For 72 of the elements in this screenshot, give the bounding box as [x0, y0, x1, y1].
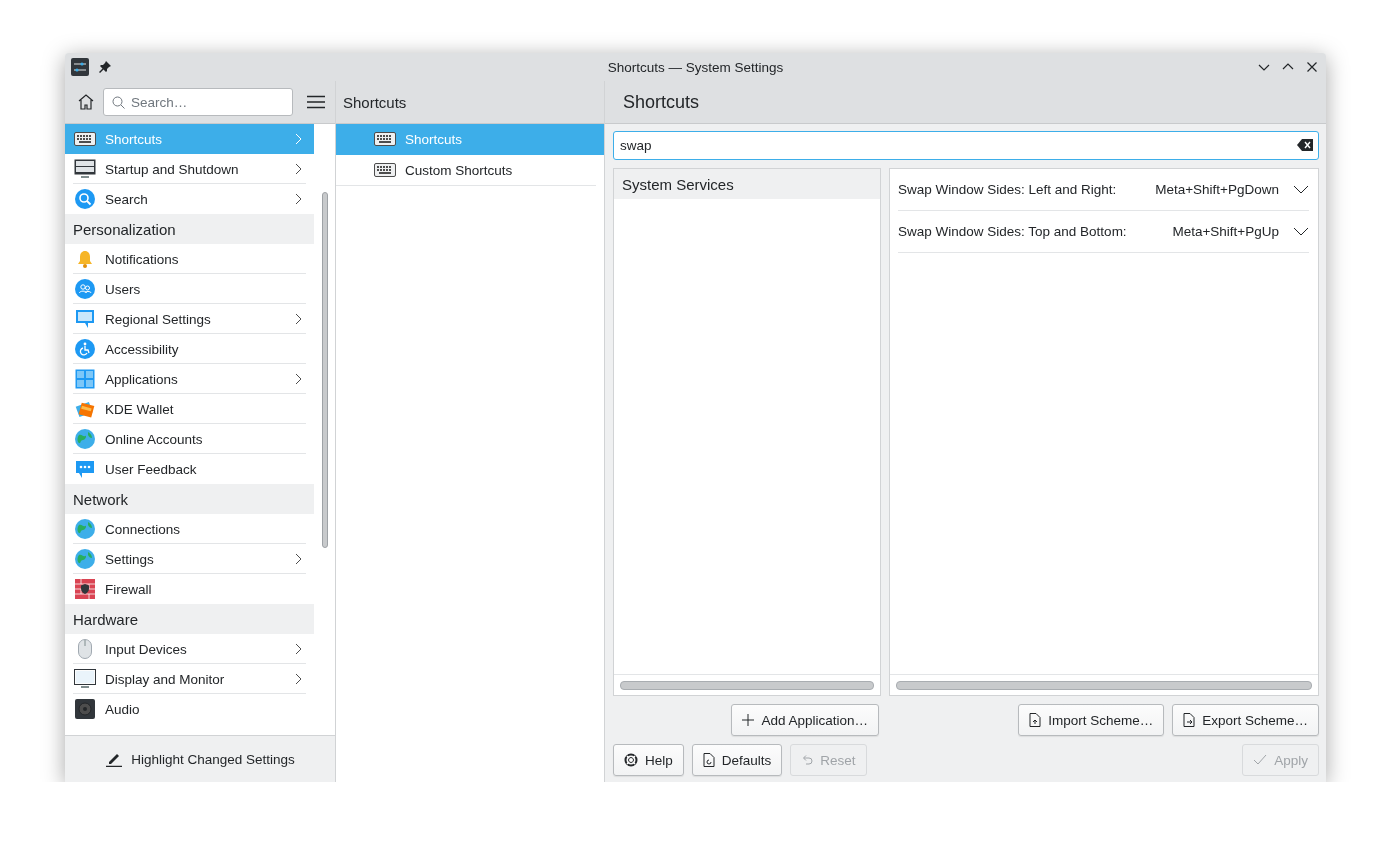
keyboard-icon — [374, 163, 396, 177]
menu-icon[interactable] — [307, 95, 325, 109]
shortcut-keys: Meta+Shift+PgUp — [1172, 224, 1279, 239]
action-label: Swap Window Sides: Left and Right: — [898, 182, 1118, 197]
import-scheme-button[interactable]: Import Scheme… — [1018, 704, 1165, 736]
search-icon — [74, 189, 96, 209]
sidebar-item[interactable]: Audio — [65, 694, 314, 724]
sidebar-item[interactable]: Online Accounts — [65, 424, 314, 454]
clear-icon[interactable] — [1297, 139, 1313, 151]
sidebar-item[interactable]: KDE Wallet — [65, 394, 314, 424]
monitor-icon — [74, 669, 96, 689]
sidebar-item[interactable]: Input Devices — [65, 634, 314, 664]
keyboard-icon — [74, 132, 96, 146]
chat-icon — [74, 459, 96, 479]
sidebar-item[interactable]: Accessibility — [65, 334, 314, 364]
section-header: Personalization — [65, 214, 314, 244]
document-icon — [702, 753, 715, 767]
sidebar-item[interactable]: Settings — [65, 544, 314, 574]
pen-icon — [105, 751, 124, 767]
add-application-button[interactable]: Add Application… — [731, 704, 879, 736]
page-title: Shortcuts — [343, 93, 407, 111]
sidebar-item[interactable]: Applications — [65, 364, 314, 394]
sidebar-item[interactable]: Users — [65, 274, 314, 304]
globe-icon — [74, 549, 96, 569]
pin-icon[interactable] — [99, 61, 111, 73]
users-icon — [74, 279, 96, 299]
speaker-icon — [74, 699, 96, 719]
accessibility-icon — [74, 339, 96, 359]
scrollbar-thumb[interactable] — [321, 192, 328, 548]
help-button[interactable]: Help — [613, 744, 684, 776]
shortcut-keys: Meta+Shift+PgDown — [1155, 182, 1279, 197]
sidebar-item[interactable]: User Feedback — [65, 454, 314, 484]
undo-icon — [801, 754, 814, 766]
section-header: Network — [65, 484, 314, 514]
chat-icon — [74, 309, 96, 329]
sidebar-item[interactable]: Notifications — [65, 244, 314, 274]
document-icon — [1183, 713, 1196, 727]
sidebar-item[interactable]: Regional Settings — [65, 304, 314, 334]
keyboard-icon — [374, 132, 396, 146]
lifebuoy-icon — [624, 753, 638, 767]
checkmark-icon — [1253, 754, 1268, 766]
document-icon — [1029, 713, 1042, 727]
chevron-down-icon[interactable] — [1293, 185, 1309, 194]
application-item[interactable]: System Services — [614, 169, 880, 199]
filter-field[interactable]: swap — [613, 131, 1319, 160]
grid-icon — [74, 369, 96, 389]
scrollbar-thumb[interactable] — [620, 680, 874, 690]
plus-icon — [742, 714, 755, 726]
section-header: Hardware — [65, 604, 314, 634]
action-label: Swap Window Sides: Top and Bottom: — [898, 224, 1128, 239]
sidebar-item[interactable]: Firewall — [65, 574, 314, 604]
wallet-icon — [74, 399, 96, 419]
sidebar-item[interactable]: Display and Monitor — [65, 664, 314, 694]
home-icon[interactable] — [77, 93, 95, 111]
app-icon — [71, 58, 89, 76]
export-scheme-button[interactable]: Export Scheme… — [1172, 704, 1319, 736]
search-field[interactable]: Search… — [103, 88, 293, 116]
page-title: Shortcuts — [623, 91, 700, 113]
sidebar-item[interactable]: Startup and Shutdown — [65, 154, 314, 184]
defaults-button[interactable]: Defaults — [691, 744, 783, 776]
search-icon — [112, 96, 125, 109]
subpage-item[interactable]: Custom Shortcuts — [336, 155, 596, 186]
sidebar-item[interactable]: Connections — [65, 514, 314, 544]
globe-icon — [74, 519, 96, 539]
sidebar-item[interactable]: Search — [65, 184, 314, 214]
close-icon[interactable] — [1306, 61, 1318, 73]
brick-wall-icon — [74, 579, 96, 599]
monitor-icon — [74, 159, 96, 179]
globe-icon — [74, 429, 96, 449]
chevron-down-icon[interactable] — [1293, 227, 1309, 236]
scrollbar-thumb[interactable] — [896, 680, 1312, 690]
window-title: Shortcuts — System Settings — [607, 59, 784, 75]
